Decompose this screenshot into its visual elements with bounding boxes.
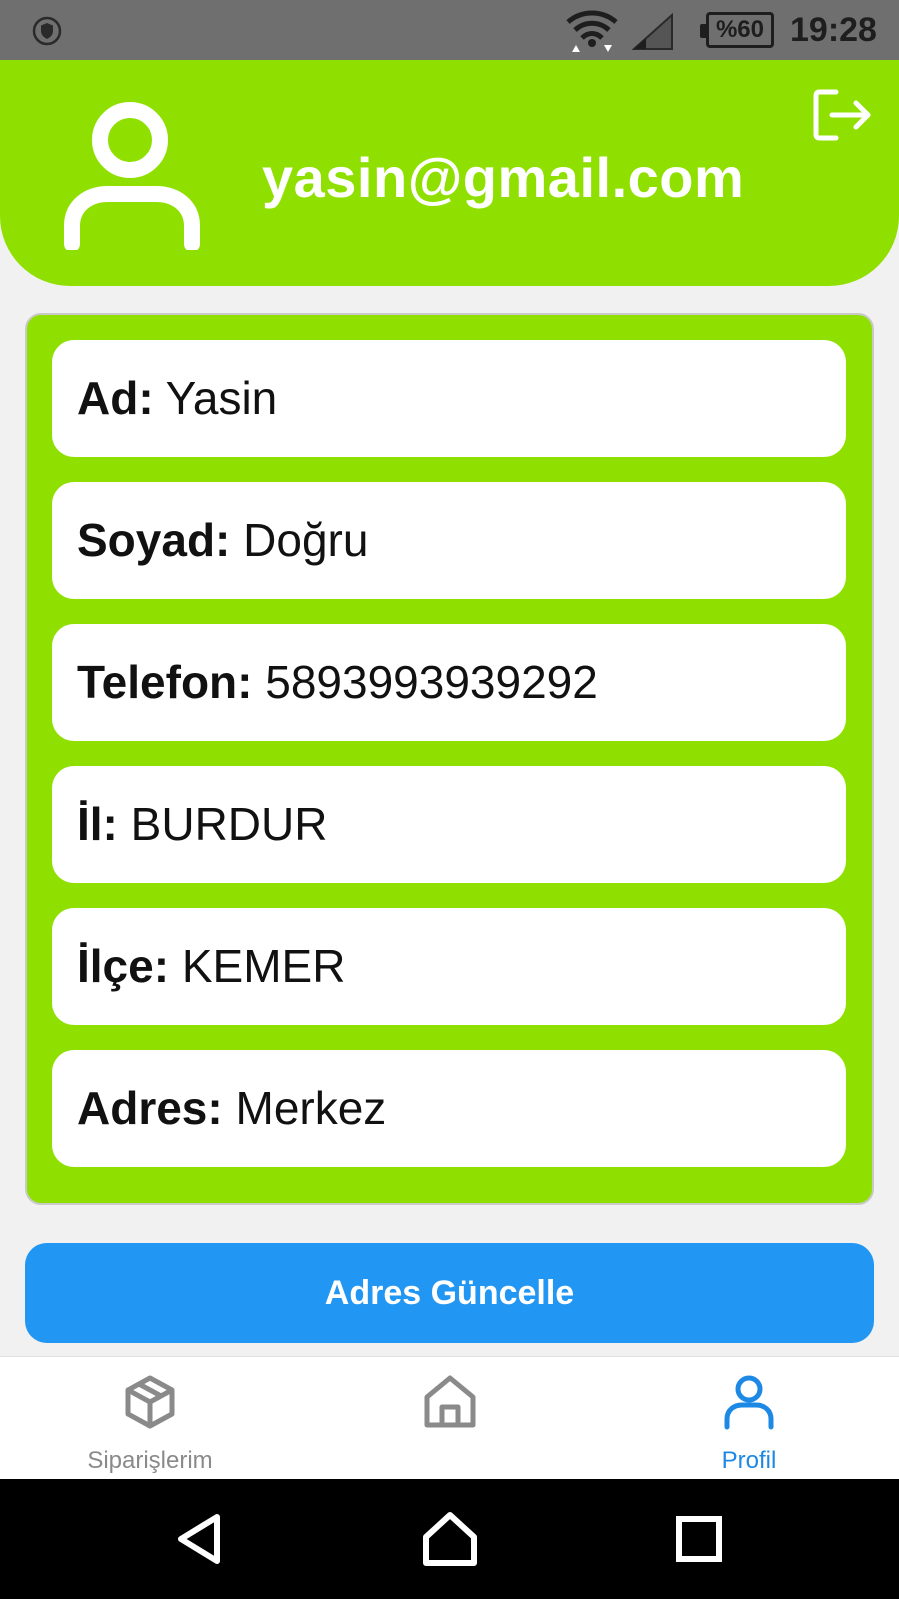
profile-info-card: Ad: Yasin Soyad: Doğru Telefon: 58939939… bbox=[25, 313, 874, 1205]
field-value: Yasin bbox=[165, 372, 278, 424]
bottom-nav: Siparişlerim Profil bbox=[0, 1356, 899, 1479]
recents-icon[interactable] bbox=[669, 1509, 729, 1569]
field-value: KEMER bbox=[181, 940, 346, 992]
field-district: İlçe: KEMER bbox=[52, 908, 846, 1025]
field-value: BURDUR bbox=[130, 798, 328, 850]
field-value: 5893993939292 bbox=[265, 656, 598, 708]
signal-icon bbox=[632, 13, 673, 50]
nav-item-profile[interactable]: Profil bbox=[599, 1357, 899, 1480]
nav-label-profile: Profil bbox=[721, 1447, 777, 1474]
field-label: İlçe: bbox=[77, 940, 170, 992]
nav-item-orders[interactable]: Siparişlerim bbox=[0, 1357, 300, 1480]
system-nav-bar bbox=[0, 1479, 899, 1599]
field-first-name: Ad: Yasin bbox=[52, 340, 846, 457]
field-label: İl: bbox=[77, 798, 118, 850]
status-time: 19:28 bbox=[790, 11, 877, 49]
field-phone: Telefon: 5893993939292 bbox=[52, 624, 846, 741]
package-icon bbox=[125, 1375, 175, 1429]
profile-screen: %60 19:28 yasin@gmail.com Ad: Yasin Soya… bbox=[0, 0, 899, 1599]
shield-icon bbox=[32, 16, 62, 46]
back-icon[interactable] bbox=[171, 1509, 231, 1569]
field-label: Adres: bbox=[77, 1082, 223, 1134]
field-province: İl: BURDUR bbox=[52, 766, 846, 883]
profile-header: yasin@gmail.com bbox=[0, 60, 899, 286]
field-value: Doğru bbox=[243, 514, 369, 566]
battery-icon: %60 bbox=[700, 12, 774, 48]
home-icon[interactable] bbox=[420, 1509, 480, 1569]
nav-label-orders: Siparişlerim bbox=[87, 1447, 213, 1474]
field-last-name: Soyad: Doğru bbox=[52, 482, 846, 599]
update-address-button[interactable]: Adres Güncelle bbox=[25, 1243, 874, 1343]
field-label: Ad: bbox=[77, 372, 154, 424]
wifi-icon bbox=[566, 10, 618, 52]
field-label: Telefon: bbox=[77, 656, 253, 708]
nav-item-home[interactable] bbox=[300, 1357, 600, 1480]
field-value: Merkez bbox=[235, 1082, 387, 1134]
user-icon bbox=[724, 1375, 774, 1430]
user-icon bbox=[64, 102, 200, 250]
status-bar: %60 19:28 bbox=[0, 0, 899, 60]
field-label: Soyad: bbox=[77, 514, 231, 566]
user-email: yasin@gmail.com bbox=[262, 146, 745, 209]
home-icon bbox=[424, 1375, 476, 1428]
field-address: Adres: Merkez bbox=[52, 1050, 846, 1167]
logout-icon[interactable] bbox=[812, 88, 874, 142]
